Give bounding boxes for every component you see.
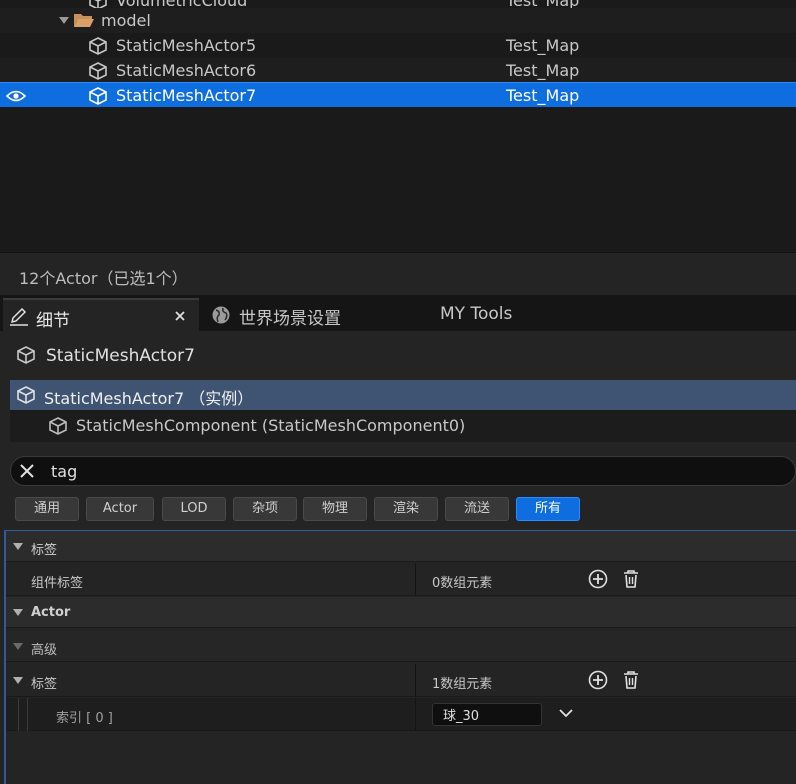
tag-value-input[interactable] — [432, 703, 542, 726]
property-name: 组件标签 — [31, 576, 84, 591]
category-tags[interactable]: 标签 — [6, 531, 796, 562]
category-actor[interactable]: Actor — [6, 597, 796, 628]
add-element-icon[interactable] — [588, 569, 608, 589]
chevron-down-icon[interactable] — [559, 708, 573, 718]
outliner-row[interactable]: StaticMeshActor5 Test_Map — [0, 33, 796, 58]
static-mesh-icon — [17, 386, 35, 404]
column-splitter[interactable] — [415, 563, 416, 596]
outliner-row-type: Test_Map — [506, 61, 580, 80]
category-advanced[interactable]: 高级 — [6, 631, 796, 662]
pencil-edit-icon — [10, 308, 28, 326]
tab-world-settings[interactable]: 世界场景设置 — [203, 298, 423, 331]
static-mesh-icon — [17, 346, 35, 364]
component-hierarchy: StaticMeshActor7 （实例） StaticMeshComponen… — [10, 380, 796, 442]
details-panel: StaticMeshActor7 StaticMeshActor7 （实例） S… — [0, 331, 796, 784]
filter-general[interactable]: 通用 — [15, 497, 79, 521]
globe-icon — [212, 306, 230, 324]
outliner-row-label: StaticMeshActor5 — [116, 36, 257, 55]
filter-rendering[interactable]: 渲染 — [374, 497, 438, 521]
tab-label: 细节 — [36, 311, 70, 331]
actor-name-title[interactable]: StaticMeshActor7 — [46, 346, 195, 366]
category-label: 高级 — [31, 643, 58, 658]
details-search-box — [10, 456, 796, 486]
filter-streaming[interactable]: 流送 — [445, 497, 509, 521]
filter-lod[interactable]: LOD — [162, 497, 226, 521]
filter-misc[interactable]: 杂项 — [233, 497, 297, 521]
filter-actor[interactable]: Actor — [86, 497, 154, 521]
folder-label: model — [101, 11, 151, 30]
outliner-folder-row[interactable]: model — [0, 8, 796, 33]
chevron-down-icon — [13, 543, 23, 550]
filter-physics[interactable]: 物理 — [303, 497, 367, 521]
search-input[interactable] — [51, 460, 751, 482]
hierarchy-instance-label: StaticMeshActor7 （实例） — [44, 389, 254, 408]
outliner-row-type: Test_Map — [506, 86, 580, 105]
chevron-down-icon[interactable] — [12, 676, 24, 685]
outliner-row-type: Test_Map — [506, 36, 580, 55]
trash-icon[interactable] — [622, 569, 640, 589]
column-splitter[interactable] — [415, 698, 416, 731]
outliner-row-selected[interactable]: StaticMeshActor7 Test_Map — [0, 82, 796, 107]
category-label: Actor — [31, 605, 71, 620]
world-outliner: VolumetricCloud Test_Map model StaticMes… — [0, 0, 796, 252]
indent-rail — [18, 698, 28, 731]
outliner-row-label: StaticMeshActor6 — [116, 61, 257, 80]
property-list: 标签 组件标签 0数组元素 Actor 高级 标签 1数组元素 索引 [0]… — [4, 530, 796, 784]
array-index-label: 索引 [ 0 ] — [56, 711, 113, 726]
category-label: 标签 — [31, 543, 58, 558]
panel-tab-bar: 细节 世界场景设置 MY Tools — [0, 295, 796, 331]
folder-open-icon — [74, 14, 94, 27]
trash-icon[interactable] — [622, 670, 640, 690]
clear-search-icon[interactable] — [18, 462, 36, 480]
chevron-down-icon — [13, 643, 23, 650]
tab-my-tools[interactable]: MY Tools — [440, 298, 560, 331]
outliner-status-bar: 12个Actor（已选1个） — [0, 252, 796, 295]
property-row-tags: 标签 1数组元素 — [6, 664, 796, 697]
static-mesh-component-icon — [49, 417, 67, 435]
hierarchy-item-instance[interactable]: StaticMeshActor7 （实例） — [10, 380, 796, 410]
chevron-down-icon[interactable] — [58, 16, 70, 25]
property-name: 标签 — [31, 677, 58, 692]
property-value: 1数组元素 — [432, 677, 493, 692]
outliner-row[interactable]: StaticMeshActor6 Test_Map — [0, 58, 796, 83]
property-value: 0数组元素 — [432, 576, 493, 591]
eye-visibility-icon[interactable] — [6, 89, 26, 103]
static-mesh-icon — [89, 87, 107, 105]
close-icon[interactable] — [175, 311, 185, 321]
tab-details[interactable]: 细节 — [3, 298, 199, 331]
tab-label: MY Tools — [440, 304, 513, 324]
static-mesh-icon — [89, 62, 107, 80]
property-row-component-tags: 组件标签 0数组元素 — [6, 563, 796, 596]
hierarchy-component-label: StaticMeshComponent (StaticMeshComponent… — [76, 416, 466, 435]
tab-label: 世界场景设置 — [239, 309, 341, 329]
static-mesh-icon — [89, 37, 107, 55]
chevron-down-icon — [13, 609, 23, 616]
outliner-row-label: StaticMeshActor7 — [116, 86, 257, 105]
add-element-icon[interactable] — [588, 670, 608, 690]
actor-count-text: 12个Actor（已选1个） — [19, 269, 188, 288]
filter-all[interactable]: 所有 — [516, 497, 580, 521]
property-row-tag-index-0: 索引 [ 0 ] — [6, 698, 796, 731]
column-splitter[interactable] — [415, 664, 416, 697]
